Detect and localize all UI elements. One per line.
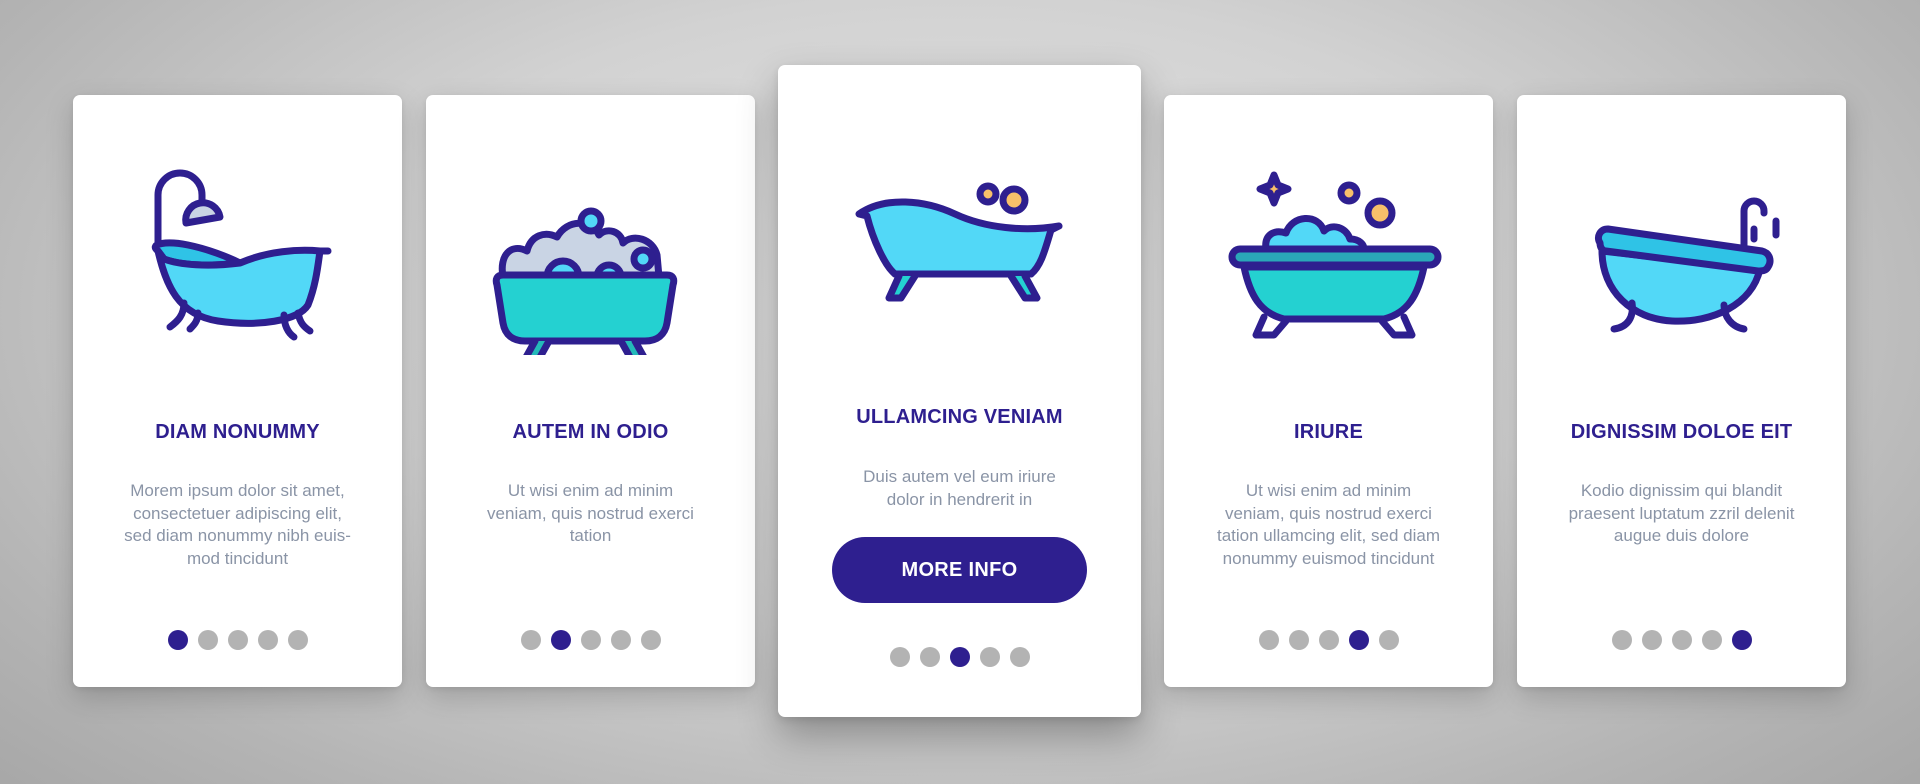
pagination-dots <box>1517 630 1846 650</box>
page-dot-4[interactable] <box>1701 630 1722 650</box>
page-dot-3[interactable] <box>949 647 970 667</box>
page-dot-2[interactable] <box>919 647 940 667</box>
page-dot-3[interactable] <box>1671 630 1692 650</box>
page-dot-2[interactable] <box>550 630 571 650</box>
page-dot-2[interactable] <box>197 630 218 650</box>
page-dot-4[interactable] <box>257 630 278 650</box>
clean-bathtub-with-sparkle-icon <box>1228 171 1441 339</box>
page-dot-5[interactable] <box>1009 647 1030 667</box>
onboarding-card-4: IRIURE Ut wisi enim ad minim veniam, qui… <box>1164 95 1493 687</box>
card-title: DIGNISSIM DOLOE EIT <box>1570 421 1793 443</box>
page-dot-2[interactable] <box>1641 630 1662 650</box>
page-dot-3[interactable] <box>227 630 248 650</box>
card-description: Morem ipsum dolor sit amet, consectetuer… <box>124 481 351 568</box>
onboarding-card-2: AUTEM IN ODIO Ut wisi enim ad minim veni… <box>426 95 755 687</box>
pagination-dots <box>426 630 755 650</box>
page-dot-1[interactable] <box>520 630 541 650</box>
pagination-dots <box>73 630 402 650</box>
pagination-dots <box>1164 630 1493 650</box>
bathtub-with-foam-icon <box>492 207 677 355</box>
page-dot-5[interactable] <box>1378 630 1399 650</box>
onboarding-card-3: ULLAMCING VENIAM Duis autem vel eum iriu… <box>778 65 1141 717</box>
clawfoot-bathtub-with-shower-icon <box>151 169 331 341</box>
card-description: Duis autem vel eum iriure dolor in hendr… <box>863 467 1056 509</box>
more-info-button[interactable]: MORE INFO <box>832 537 1087 603</box>
card-title: ULLAMCING VENIAM <box>856 406 1063 428</box>
page-dot-1[interactable] <box>167 630 188 650</box>
card-title: DIAM NONUMMY <box>155 421 320 443</box>
page-dot-5[interactable] <box>640 630 661 650</box>
card-description: Kodio dignissim qui blandit praesent lup… <box>1568 481 1795 545</box>
onboarding-card-5: DIGNISSIM DOLOE EIT Kodio dignissim qui … <box>1517 95 1846 687</box>
page-dot-3[interactable] <box>1318 630 1339 650</box>
card-description: Ut wisi enim ad minim veniam, quis nostr… <box>1216 481 1440 568</box>
bathtub-with-bubbles-icon <box>855 182 1062 302</box>
page-dot-4[interactable] <box>610 630 631 650</box>
page-dot-2[interactable] <box>1288 630 1309 650</box>
bathtub-with-faucet-icon <box>1594 197 1779 333</box>
page-dot-4[interactable] <box>979 647 1000 667</box>
page-dot-3[interactable] <box>580 630 601 650</box>
card-description: Ut wisi enim ad minim veniam, quis nostr… <box>487 481 694 545</box>
pagination-dots <box>778 647 1141 667</box>
card-title: AUTEM IN ODIO <box>512 421 669 443</box>
onboarding-card-1: DIAM NONUMMY Morem ipsum dolor sit amet,… <box>73 95 402 687</box>
page-dot-1[interactable] <box>889 647 910 667</box>
page-dot-5[interactable] <box>1731 630 1752 650</box>
card-title: IRIURE <box>1294 421 1363 443</box>
page-dot-1[interactable] <box>1611 630 1632 650</box>
page-dot-5[interactable] <box>287 630 308 650</box>
page-dot-1[interactable] <box>1258 630 1279 650</box>
page-dot-4[interactable] <box>1348 630 1369 650</box>
